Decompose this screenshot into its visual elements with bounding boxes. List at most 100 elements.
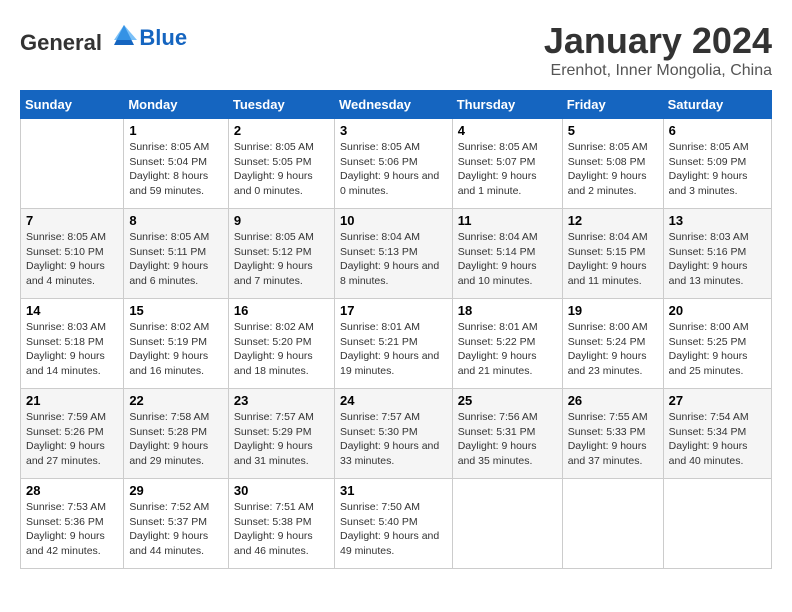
week-row-1: 1 Sunrise: 8:05 AM Sunset: 5:04 PM Daylig… (21, 119, 772, 209)
day-detail: Sunrise: 7:56 AM Sunset: 5:31 PM Dayligh… (458, 410, 557, 469)
day-number: 11 (458, 213, 557, 228)
day-detail: Sunrise: 7:52 AM Sunset: 5:37 PM Dayligh… (129, 500, 223, 559)
day-detail: Sunrise: 8:03 AM Sunset: 5:18 PM Dayligh… (26, 320, 118, 379)
day-detail: Sunrise: 7:57 AM Sunset: 5:30 PM Dayligh… (340, 410, 447, 469)
col-header-sunday: Sunday (21, 91, 124, 119)
day-number: 22 (129, 393, 223, 408)
day-number: 28 (26, 483, 118, 498)
day-number: 31 (340, 483, 447, 498)
day-number: 9 (234, 213, 329, 228)
day-detail: Sunrise: 8:05 AM Sunset: 5:05 PM Dayligh… (234, 140, 329, 199)
header: General Blue January 2024 Erenhot, Inner… (20, 20, 772, 80)
day-detail: Sunrise: 8:02 AM Sunset: 5:20 PM Dayligh… (234, 320, 329, 379)
week-row-2: 7 Sunrise: 8:05 AM Sunset: 5:10 PM Daylig… (21, 209, 772, 299)
calendar-cell: 26 Sunrise: 7:55 AM Sunset: 5:33 PM Dayli… (562, 389, 663, 479)
calendar-cell: 3 Sunrise: 8:05 AM Sunset: 5:06 PM Daylig… (334, 119, 452, 209)
day-number: 21 (26, 393, 118, 408)
day-detail: Sunrise: 8:00 AM Sunset: 5:24 PM Dayligh… (568, 320, 658, 379)
day-detail: Sunrise: 8:05 AM Sunset: 5:10 PM Dayligh… (26, 230, 118, 289)
day-detail: Sunrise: 7:59 AM Sunset: 5:26 PM Dayligh… (26, 410, 118, 469)
calendar-cell (562, 479, 663, 569)
day-number: 17 (340, 303, 447, 318)
calendar-cell: 21 Sunrise: 7:59 AM Sunset: 5:26 PM Dayli… (21, 389, 124, 479)
day-detail: Sunrise: 8:01 AM Sunset: 5:22 PM Dayligh… (458, 320, 557, 379)
day-detail: Sunrise: 7:54 AM Sunset: 5:34 PM Dayligh… (669, 410, 766, 469)
logo: General Blue (20, 20, 187, 56)
day-number: 27 (669, 393, 766, 408)
subtitle: Erenhot, Inner Mongolia, China (544, 62, 772, 80)
week-row-3: 14 Sunrise: 8:03 AM Sunset: 5:18 PM Dayli… (21, 299, 772, 389)
day-number: 18 (458, 303, 557, 318)
calendar-cell: 17 Sunrise: 8:01 AM Sunset: 5:21 PM Dayli… (334, 299, 452, 389)
day-number: 2 (234, 123, 329, 138)
day-detail: Sunrise: 8:05 AM Sunset: 5:12 PM Dayligh… (234, 230, 329, 289)
day-detail: Sunrise: 7:57 AM Sunset: 5:29 PM Dayligh… (234, 410, 329, 469)
col-header-friday: Friday (562, 91, 663, 119)
col-header-saturday: Saturday (663, 91, 771, 119)
calendar-cell: 24 Sunrise: 7:57 AM Sunset: 5:30 PM Dayli… (334, 389, 452, 479)
day-number: 8 (129, 213, 223, 228)
day-detail: Sunrise: 8:00 AM Sunset: 5:25 PM Dayligh… (669, 320, 766, 379)
day-number: 19 (568, 303, 658, 318)
calendar-cell (663, 479, 771, 569)
calendar-cell: 2 Sunrise: 8:05 AM Sunset: 5:05 PM Daylig… (228, 119, 334, 209)
day-detail: Sunrise: 7:50 AM Sunset: 5:40 PM Dayligh… (340, 500, 447, 559)
day-detail: Sunrise: 8:03 AM Sunset: 5:16 PM Dayligh… (669, 230, 766, 289)
day-detail: Sunrise: 7:55 AM Sunset: 5:33 PM Dayligh… (568, 410, 658, 469)
calendar-cell: 19 Sunrise: 8:00 AM Sunset: 5:24 PM Dayli… (562, 299, 663, 389)
day-detail: Sunrise: 8:05 AM Sunset: 5:06 PM Dayligh… (340, 140, 447, 199)
calendar-cell: 4Sunrise: 8:05 AM Sunset: 5:07 PM Daylig… (452, 119, 562, 209)
calendar-cell: 12Sunrise: 8:04 AM Sunset: 5:15 PM Dayli… (562, 209, 663, 299)
calendar-cell: 25Sunrise: 7:56 AM Sunset: 5:31 PM Dayli… (452, 389, 562, 479)
calendar-cell: 22Sunrise: 7:58 AM Sunset: 5:28 PM Dayli… (124, 389, 229, 479)
calendar-cell: 28 Sunrise: 7:53 AM Sunset: 5:36 PM Dayli… (21, 479, 124, 569)
day-number: 7 (26, 213, 118, 228)
calendar-cell: 11 Sunrise: 8:04 AM Sunset: 5:14 PM Dayli… (452, 209, 562, 299)
logo-general-text: General (20, 30, 102, 55)
day-detail: Sunrise: 8:05 AM Sunset: 5:11 PM Dayligh… (129, 230, 223, 289)
day-number: 6 (669, 123, 766, 138)
day-number: 15 (129, 303, 223, 318)
main-title: January 2024 (544, 20, 772, 62)
calendar-cell (21, 119, 124, 209)
day-number: 1 (129, 123, 223, 138)
calendar-cell: 30Sunrise: 7:51 AM Sunset: 5:38 PM Dayli… (228, 479, 334, 569)
day-detail: Sunrise: 8:02 AM Sunset: 5:19 PM Dayligh… (129, 320, 223, 379)
week-row-5: 28 Sunrise: 7:53 AM Sunset: 5:36 PM Dayli… (21, 479, 772, 569)
day-detail: Sunrise: 8:05 AM Sunset: 5:08 PM Dayligh… (568, 140, 658, 199)
day-number: 13 (669, 213, 766, 228)
calendar-cell: 7 Sunrise: 8:05 AM Sunset: 5:10 PM Daylig… (21, 209, 124, 299)
calendar-cell: 8 Sunrise: 8:05 AM Sunset: 5:11 PM Daylig… (124, 209, 229, 299)
calendar-cell (452, 479, 562, 569)
calendar-cell: 27 Sunrise: 7:54 AM Sunset: 5:34 PM Dayli… (663, 389, 771, 479)
day-number: 24 (340, 393, 447, 408)
logo-blue-text: Blue (139, 25, 187, 50)
calendar-cell: 5 Sunrise: 8:05 AM Sunset: 5:08 PM Daylig… (562, 119, 663, 209)
day-number: 16 (234, 303, 329, 318)
column-headers: SundayMondayTuesdayWednesdayThursdayFrid… (21, 91, 772, 119)
calendar-cell: 18 Sunrise: 8:01 AM Sunset: 5:22 PM Dayli… (452, 299, 562, 389)
day-number: 3 (340, 123, 447, 138)
day-number: 12 (568, 213, 658, 228)
day-number: 23 (234, 393, 329, 408)
day-detail: Sunrise: 8:05 AM Sunset: 5:04 PM Dayligh… (129, 140, 223, 199)
day-detail: Sunrise: 8:01 AM Sunset: 5:21 PM Dayligh… (340, 320, 447, 379)
col-header-wednesday: Wednesday (334, 91, 452, 119)
day-number: 5 (568, 123, 658, 138)
day-detail: Sunrise: 8:04 AM Sunset: 5:14 PM Dayligh… (458, 230, 557, 289)
calendar-cell: 10Sunrise: 8:04 AM Sunset: 5:13 PM Dayli… (334, 209, 452, 299)
calendar-cell: 16 Sunrise: 8:02 AM Sunset: 5:20 PM Dayli… (228, 299, 334, 389)
col-header-thursday: Thursday (452, 91, 562, 119)
day-number: 26 (568, 393, 658, 408)
title-area: January 2024 Erenhot, Inner Mongolia, Ch… (544, 20, 772, 80)
day-detail: Sunrise: 8:05 AM Sunset: 5:09 PM Dayligh… (669, 140, 766, 199)
calendar-cell: 31 Sunrise: 7:50 AM Sunset: 5:40 PM Dayli… (334, 479, 452, 569)
calendar-cell: 13 Sunrise: 8:03 AM Sunset: 5:16 PM Dayli… (663, 209, 771, 299)
day-number: 10 (340, 213, 447, 228)
day-detail: Sunrise: 7:53 AM Sunset: 5:36 PM Dayligh… (26, 500, 118, 559)
calendar-cell: 15 Sunrise: 8:02 AM Sunset: 5:19 PM Dayli… (124, 299, 229, 389)
calendar-cell: 1 Sunrise: 8:05 AM Sunset: 5:04 PM Daylig… (124, 119, 229, 209)
day-number: 14 (26, 303, 118, 318)
day-number: 29 (129, 483, 223, 498)
day-number: 20 (669, 303, 766, 318)
